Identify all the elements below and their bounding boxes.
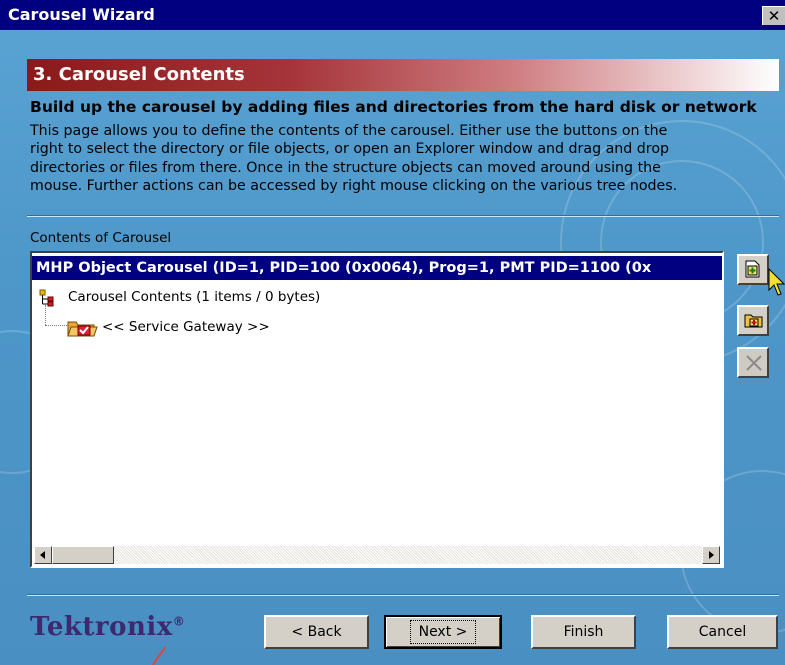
back-button-label: < Back <box>291 624 342 640</box>
scroll-left-button[interactable] <box>34 546 52 564</box>
separator-top <box>27 215 779 217</box>
add-file-icon <box>745 260 760 278</box>
tree-root-node[interactable]: MHP Object Carousel (ID=1, PID=100 (0x00… <box>32 256 722 280</box>
delete-button[interactable] <box>737 347 769 378</box>
back-button[interactable]: < Back <box>264 615 369 649</box>
wizard-window: Carousel Wizard ✕ 3. Carousel Contents B… <box>0 0 785 665</box>
description-line: This page allows you to define the conte… <box>30 123 668 139</box>
close-button[interactable]: ✕ <box>762 6 785 25</box>
page-description: This page allows you to define the conte… <box>30 122 780 195</box>
logo-text: Tektronix <box>30 612 173 642</box>
cancel-button-label: Cancel <box>698 624 747 640</box>
next-button-label: Next > <box>409 620 477 644</box>
tree-structure-icon <box>39 289 54 307</box>
contents-label: Contents of Carousel <box>30 230 172 246</box>
service-gateway-folder-icon <box>67 321 98 337</box>
scroll-thumb[interactable] <box>52 546 114 564</box>
add-file-button[interactable] <box>737 254 769 285</box>
close-icon: ✕ <box>767 7 781 25</box>
step-title-banner: 3. Carousel Contents <box>27 59 779 91</box>
next-button[interactable]: Next > <box>384 615 502 649</box>
tektronix-logo: Tektronix® <box>30 612 185 642</box>
description-line: mouse. Further actions can be accessed b… <box>30 177 678 194</box>
logo-registered-mark: ® <box>172 614 186 629</box>
title-bar: Carousel Wizard ✕ <box>0 0 785 30</box>
carousel-tree-view[interactable]: MHP Object Carousel (ID=1, PID=100 (0x00… <box>30 251 724 568</box>
description-line: right to select the directory or file ob… <box>30 141 670 158</box>
tree-node-service-gateway[interactable]: << Service Gateway >> <box>102 319 270 335</box>
cancel-button[interactable]: Cancel <box>667 615 778 649</box>
window-title: Carousel Wizard <box>8 5 155 24</box>
tree-connector <box>45 305 46 325</box>
page-heading: Build up the carousel by adding files an… <box>30 98 757 116</box>
scroll-track[interactable] <box>114 546 702 564</box>
delete-x-icon <box>746 355 762 371</box>
description-line: directories or files from there. Once in… <box>30 159 661 176</box>
arrow-right-icon <box>709 551 714 559</box>
add-directory-button[interactable] <box>737 305 769 336</box>
horizontal-scrollbar[interactable] <box>34 546 720 564</box>
mouse-cursor-icon <box>768 268 785 296</box>
finish-button[interactable]: Finish <box>531 615 636 649</box>
add-folder-icon <box>744 314 763 328</box>
tree-node-carousel-contents[interactable]: Carousel Contents (1 items / 0 bytes) <box>68 289 320 305</box>
finish-button-label: Finish <box>563 624 604 640</box>
separator-bottom <box>27 594 779 596</box>
arrow-left-icon <box>40 551 45 559</box>
scroll-right-button[interactable] <box>702 546 720 564</box>
